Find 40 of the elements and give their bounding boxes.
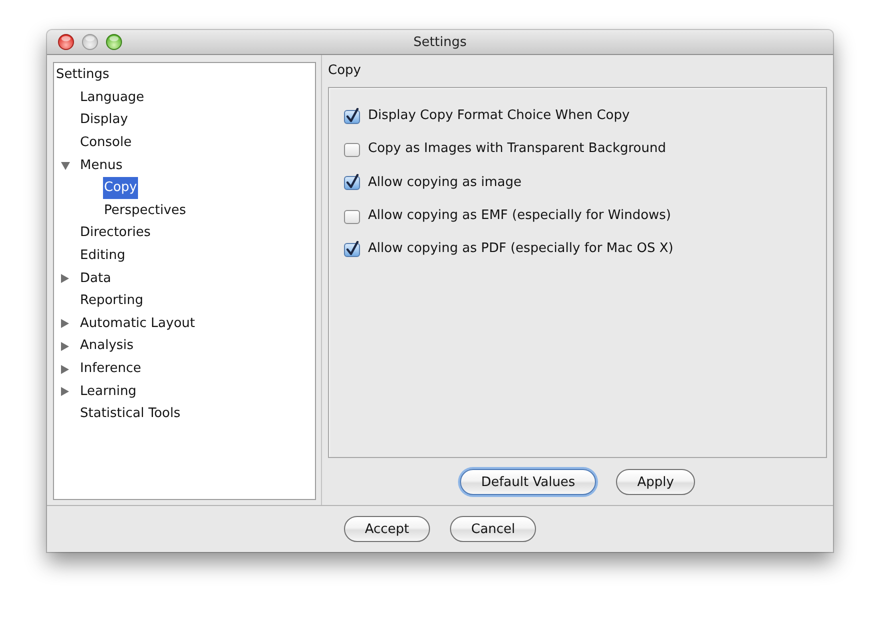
tree-item[interactable]: Statistical Tools bbox=[79, 403, 182, 426]
window-title: Settings bbox=[413, 34, 467, 50]
checkbox[interactable] bbox=[344, 108, 360, 124]
disclosure-triangle-icon[interactable] bbox=[61, 364, 69, 374]
disclosure-triangle-icon[interactable] bbox=[61, 274, 69, 284]
tree-item[interactable]: Copy bbox=[103, 177, 138, 200]
checkbox-label[interactable]: Allow copying as EMF (especially for Windows) bbox=[368, 208, 672, 224]
checkbox-label[interactable]: Allow copying as image bbox=[368, 174, 522, 190]
tree-item[interactable]: Reporting bbox=[79, 290, 144, 312]
tree-item[interactable]: Console bbox=[79, 132, 133, 154]
tree-item[interactable]: Editing bbox=[79, 245, 126, 268]
tree-item[interactable]: Language bbox=[79, 86, 146, 109]
checkbox-label[interactable]: Display Copy Format Choice When Copy bbox=[368, 108, 630, 124]
checkbox[interactable] bbox=[344, 174, 360, 190]
maximize-icon[interactable] bbox=[106, 34, 122, 50]
tree-item[interactable]: Menus bbox=[79, 154, 124, 177]
checkbox-label[interactable]: Allow copying as PDF (especially for Mac OS X) bbox=[368, 241, 674, 256]
default-values-button[interactable]: Default Values bbox=[460, 469, 596, 495]
tree-item[interactable]: Learning bbox=[79, 380, 138, 403]
tree-item[interactable]: Inference bbox=[79, 358, 142, 380]
tree-item[interactable]: Perspectives bbox=[103, 200, 188, 222]
disclosure-triangle-icon[interactable] bbox=[61, 387, 69, 396]
checkbox-label[interactable]: Copy as Images with Transparent Background bbox=[368, 141, 666, 156]
close-icon[interactable] bbox=[58, 34, 74, 50]
disclosure-triangle-icon[interactable] bbox=[61, 162, 70, 170]
disclosure-triangle-icon[interactable] bbox=[61, 342, 69, 351]
accept-button[interactable]: Accept bbox=[344, 516, 430, 542]
tree-item[interactable]: Directories bbox=[79, 222, 152, 244]
section-title: Copy bbox=[328, 62, 362, 80]
checkbox[interactable] bbox=[344, 208, 360, 224]
tree-item[interactable]: Analysis bbox=[79, 335, 135, 358]
checkbox[interactable] bbox=[344, 140, 360, 157]
tree-item[interactable]: Settings bbox=[55, 64, 110, 86]
tree-item[interactable]: Automatic Layout bbox=[79, 312, 196, 335]
checkbox[interactable] bbox=[344, 240, 360, 257]
cancel-button[interactable]: Cancel bbox=[450, 516, 536, 542]
tree-item[interactable]: Data bbox=[79, 268, 112, 290]
disclosure-triangle-icon[interactable] bbox=[61, 319, 69, 328]
apply-button[interactable]: Apply bbox=[616, 469, 695, 495]
tree-item[interactable]: Display bbox=[79, 109, 129, 132]
